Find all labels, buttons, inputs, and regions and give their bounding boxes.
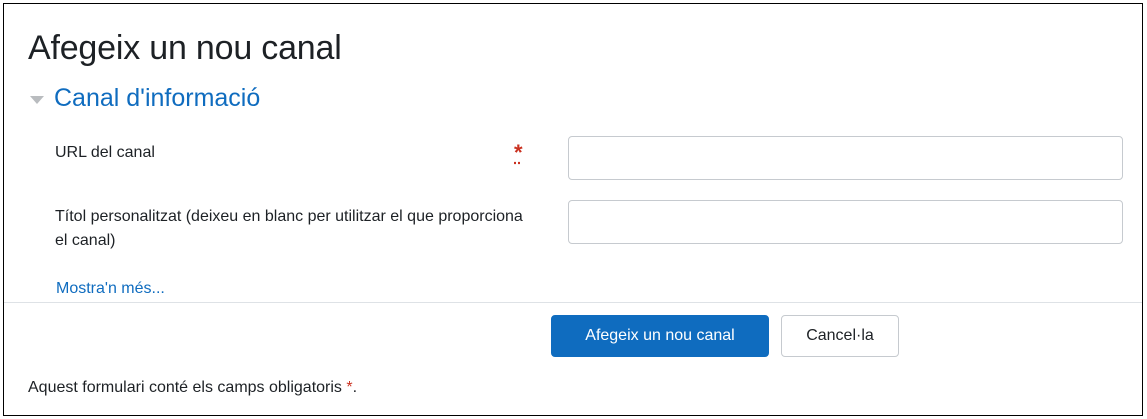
collapse-triangle-icon[interactable] <box>30 95 44 104</box>
required-fields-note: Aquest formulari conté els camps obligat… <box>28 379 357 397</box>
url-input[interactable] <box>568 136 1123 180</box>
form-container: Afegeix un nou canal Canal d'informació … <box>3 3 1143 416</box>
section-header[interactable]: Canal d'informació <box>30 84 260 113</box>
add-channel-button[interactable]: Afegeix un nou canal <box>551 315 769 357</box>
footnote-period: . <box>352 379 358 396</box>
footnote-text: Aquest formulari conté els camps obligat… <box>28 379 347 396</box>
cancel-button[interactable]: Cancel·la <box>781 315 899 357</box>
divider <box>4 302 1142 303</box>
custom-title-label: Títol personalitzat (deixeu en blanc per… <box>55 208 523 249</box>
section-title[interactable]: Canal d'informació <box>54 84 260 113</box>
url-label: URL del canal <box>55 144 155 161</box>
page-title: Afegeix un nou canal <box>28 29 342 67</box>
custom-title-input[interactable] <box>568 200 1123 244</box>
required-asterisk-icon: * <box>514 140 523 165</box>
show-more-link[interactable]: Mostra'n més... <box>56 280 165 298</box>
